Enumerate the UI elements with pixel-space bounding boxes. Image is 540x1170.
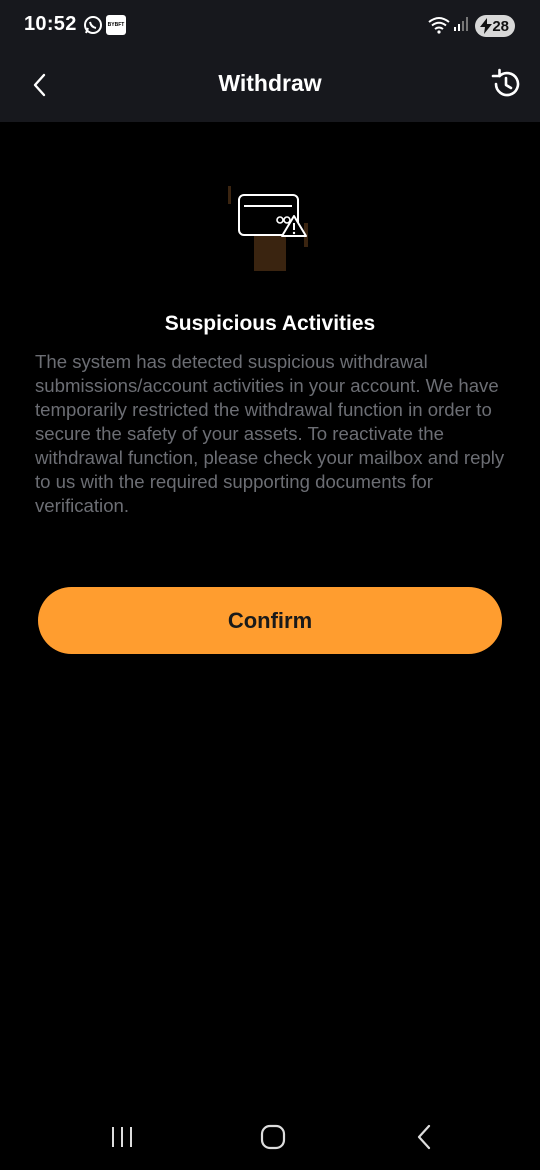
recents-icon[interactable] bbox=[110, 1126, 134, 1148]
page-title: Withdraw bbox=[218, 70, 322, 96]
wifi-icon bbox=[428, 17, 450, 34]
alert-message: The system has detected suspicious withd… bbox=[35, 351, 505, 516]
battery-level: 28 bbox=[492, 17, 509, 35]
app-notification-icon: BYBFT bbox=[106, 15, 126, 35]
charging-icon bbox=[480, 18, 492, 34]
whatsapp-icon bbox=[84, 16, 102, 34]
status-bar: 10:52 BYBFT 28 bbox=[0, 0, 540, 52]
system-nav-bar bbox=[0, 1100, 540, 1170]
battery-indicator: 28 bbox=[475, 15, 515, 37]
home-icon[interactable] bbox=[260, 1124, 286, 1150]
confirm-button[interactable]: Confirm bbox=[38, 587, 502, 654]
status-time: 10:52 bbox=[24, 13, 77, 35]
history-icon[interactable] bbox=[489, 67, 523, 101]
nav-back-icon[interactable] bbox=[414, 1124, 434, 1150]
card-warning-icon bbox=[228, 186, 308, 271]
alert-title: Suspicious Activities bbox=[164, 312, 376, 335]
signal-icon bbox=[454, 17, 468, 31]
app-header: Withdraw bbox=[0, 52, 540, 122]
app-badge-text: BYBFT bbox=[107, 22, 125, 28]
